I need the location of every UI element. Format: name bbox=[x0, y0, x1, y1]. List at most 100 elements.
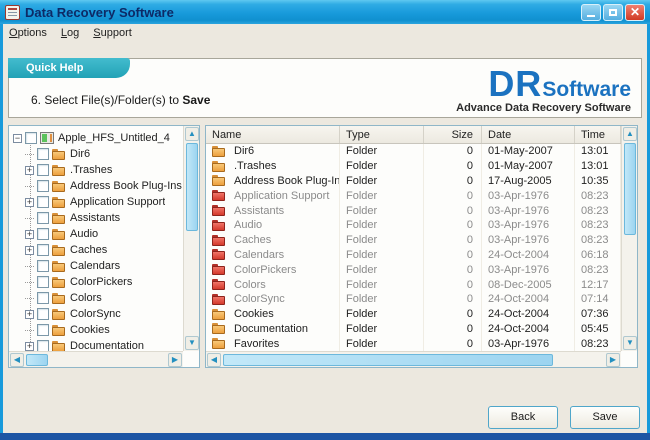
cell-name: ColorSync bbox=[206, 292, 340, 307]
cell-date: 03-Apr-1976 bbox=[482, 336, 575, 351]
expand-icon[interactable]: + bbox=[25, 230, 34, 239]
quick-help-box: Quick Help 6. Select File(s)/Folder(s) t… bbox=[8, 58, 642, 118]
tree-item[interactable]: +Documentation bbox=[9, 338, 183, 351]
column-header-time[interactable]: Time bbox=[575, 126, 621, 143]
tree-checkbox[interactable] bbox=[37, 324, 49, 336]
tree-item[interactable]: Cookies bbox=[9, 322, 183, 338]
table-row[interactable]: AudioFolder003-Apr-197608:23 bbox=[206, 218, 621, 233]
scroll-up-icon[interactable]: ▲ bbox=[623, 127, 637, 141]
scroll-right-icon[interactable]: ▶ bbox=[606, 353, 620, 367]
maximize-button[interactable] bbox=[603, 4, 623, 21]
tree-checkbox[interactable] bbox=[37, 148, 49, 160]
tree-checkbox[interactable] bbox=[37, 292, 49, 304]
tree-item[interactable]: −Apple_HFS_Untitled_4 bbox=[9, 130, 183, 146]
tree-item[interactable]: +Application Support bbox=[9, 194, 183, 210]
table-row[interactable]: .TrashesFolder001-May-200713:01 bbox=[206, 159, 621, 174]
tree-checkbox[interactable] bbox=[37, 196, 49, 208]
column-header-date[interactable]: Date bbox=[482, 126, 575, 143]
tree-checkbox[interactable] bbox=[37, 308, 49, 320]
tree-checkbox[interactable] bbox=[37, 164, 49, 176]
tree-checkbox[interactable] bbox=[37, 276, 49, 288]
table-row[interactable]: CookiesFolder024-Oct-200407:36 bbox=[206, 307, 621, 322]
scroll-left-icon[interactable]: ◀ bbox=[207, 353, 221, 367]
cell-type: Folder bbox=[340, 144, 424, 159]
collapse-icon[interactable]: − bbox=[13, 134, 22, 143]
menu-log[interactable]: Log bbox=[55, 25, 87, 43]
cell-size: 0 bbox=[424, 307, 482, 322]
scroll-right-icon[interactable]: ▶ bbox=[168, 353, 182, 367]
file-name: Caches bbox=[234, 234, 271, 246]
minimize-button[interactable] bbox=[581, 4, 601, 21]
expand-icon[interactable]: + bbox=[25, 246, 34, 255]
step-text-bold: Save bbox=[182, 93, 210, 107]
tree-item[interactable]: +Audio bbox=[9, 226, 183, 242]
tree-checkbox[interactable] bbox=[37, 340, 49, 351]
tree-item[interactable]: Address Book Plug-Ins bbox=[9, 178, 183, 194]
file-name: Address Book Plug-Ins bbox=[234, 175, 340, 187]
save-button[interactable]: Save bbox=[570, 406, 640, 429]
table-row[interactable]: Address Book Plug-InsFolder017-Aug-20051… bbox=[206, 174, 621, 189]
column-header-type[interactable]: Type bbox=[340, 126, 424, 143]
tree-item[interactable]: + Caches bbox=[9, 242, 183, 258]
tree-item[interactable]: +ColorSync bbox=[9, 306, 183, 322]
tree-item[interactable]: Dir6 bbox=[9, 146, 183, 162]
tree-vertical-scrollbar[interactable]: ▲ ▼ bbox=[183, 126, 199, 351]
expand-icon[interactable]: + bbox=[25, 166, 34, 175]
expand-icon[interactable]: + bbox=[25, 198, 34, 207]
file-name: .Trashes bbox=[234, 160, 276, 172]
file-name: Cookies bbox=[234, 308, 274, 320]
tree-item[interactable]: Colors bbox=[9, 290, 183, 306]
expand-icon[interactable]: + bbox=[25, 310, 34, 319]
table-row[interactable]: Dir6Folder001-May-200713:01 bbox=[206, 144, 621, 159]
scroll-left-icon[interactable]: ◀ bbox=[10, 353, 24, 367]
tree-hscroll-thumb[interactable] bbox=[26, 354, 48, 366]
close-button[interactable]: ✕ bbox=[625, 4, 645, 21]
cell-date: 03-Apr-1976 bbox=[482, 188, 575, 203]
table-row[interactable]: FavoritesFolder003-Apr-197608:23 bbox=[206, 336, 621, 351]
tree-checkbox[interactable] bbox=[37, 212, 49, 224]
column-header-size[interactable]: Size bbox=[424, 126, 482, 143]
table-horizontal-scrollbar[interactable]: ◀ ▶ bbox=[206, 351, 621, 367]
cell-type: Folder bbox=[340, 248, 424, 263]
tree-checkbox[interactable] bbox=[37, 180, 49, 192]
cell-time: 07:14 bbox=[575, 292, 621, 307]
table-vscroll-thumb[interactable] bbox=[624, 143, 636, 235]
tree-vscroll-thumb[interactable] bbox=[186, 143, 198, 231]
column-header-name[interactable]: Name bbox=[206, 126, 340, 143]
scroll-up-icon[interactable]: ▲ bbox=[185, 127, 199, 141]
tree-horizontal-scrollbar[interactable]: ◀ ▶ bbox=[9, 351, 183, 367]
table-row[interactable]: ColorPickersFolder003-Apr-197608:23 bbox=[206, 262, 621, 277]
table-row[interactable]: DocumentationFolder024-Oct-200405:45 bbox=[206, 322, 621, 337]
table-row[interactable]: ColorSyncFolder024-Oct-200407:14 bbox=[206, 292, 621, 307]
cell-name: Audio bbox=[206, 218, 340, 233]
table-row[interactable]: Application SupportFolder003-Apr-197608:… bbox=[206, 188, 621, 203]
menu-support[interactable]: Support bbox=[87, 25, 140, 43]
folder-icon bbox=[52, 293, 66, 304]
tree-checkbox[interactable] bbox=[37, 244, 49, 256]
tree-checkbox[interactable] bbox=[25, 132, 37, 144]
table-row[interactable]: ColorsFolder008-Dec-200512:17 bbox=[206, 277, 621, 292]
tree-item-label: Colors bbox=[70, 292, 102, 304]
cell-size: 0 bbox=[424, 188, 482, 203]
table-row[interactable]: CalendarsFolder024-Oct-200406:18 bbox=[206, 248, 621, 263]
tree-item[interactable]: +.Trashes bbox=[9, 162, 183, 178]
back-button[interactable]: Back bbox=[488, 406, 558, 429]
tree-item[interactable]: Calendars bbox=[9, 258, 183, 274]
scroll-down-icon[interactable]: ▼ bbox=[185, 336, 199, 350]
cell-date: 03-Apr-1976 bbox=[482, 262, 575, 277]
tree-item-label: Caches bbox=[70, 244, 107, 256]
table-row[interactable]: CachesFolder003-Apr-197608:23 bbox=[206, 233, 621, 248]
cell-size: 0 bbox=[424, 262, 482, 277]
table-hscroll-thumb[interactable] bbox=[223, 354, 553, 366]
tree-checkbox[interactable] bbox=[37, 228, 49, 240]
scroll-down-icon[interactable]: ▼ bbox=[623, 336, 637, 350]
expand-icon[interactable]: + bbox=[25, 342, 34, 351]
menu-options[interactable]: Options bbox=[3, 25, 55, 43]
tree-connector bbox=[25, 266, 34, 267]
tree-checkbox[interactable] bbox=[37, 260, 49, 272]
tree-item[interactable]: ColorPickers bbox=[9, 274, 183, 290]
tree-item[interactable]: Assistants bbox=[9, 210, 183, 226]
table-vertical-scrollbar[interactable]: ▲ ▼ bbox=[621, 126, 637, 351]
title-bar[interactable]: Data Recovery Software ✕ bbox=[0, 0, 650, 24]
table-row[interactable]: AssistantsFolder003-Apr-197608:23 bbox=[206, 203, 621, 218]
